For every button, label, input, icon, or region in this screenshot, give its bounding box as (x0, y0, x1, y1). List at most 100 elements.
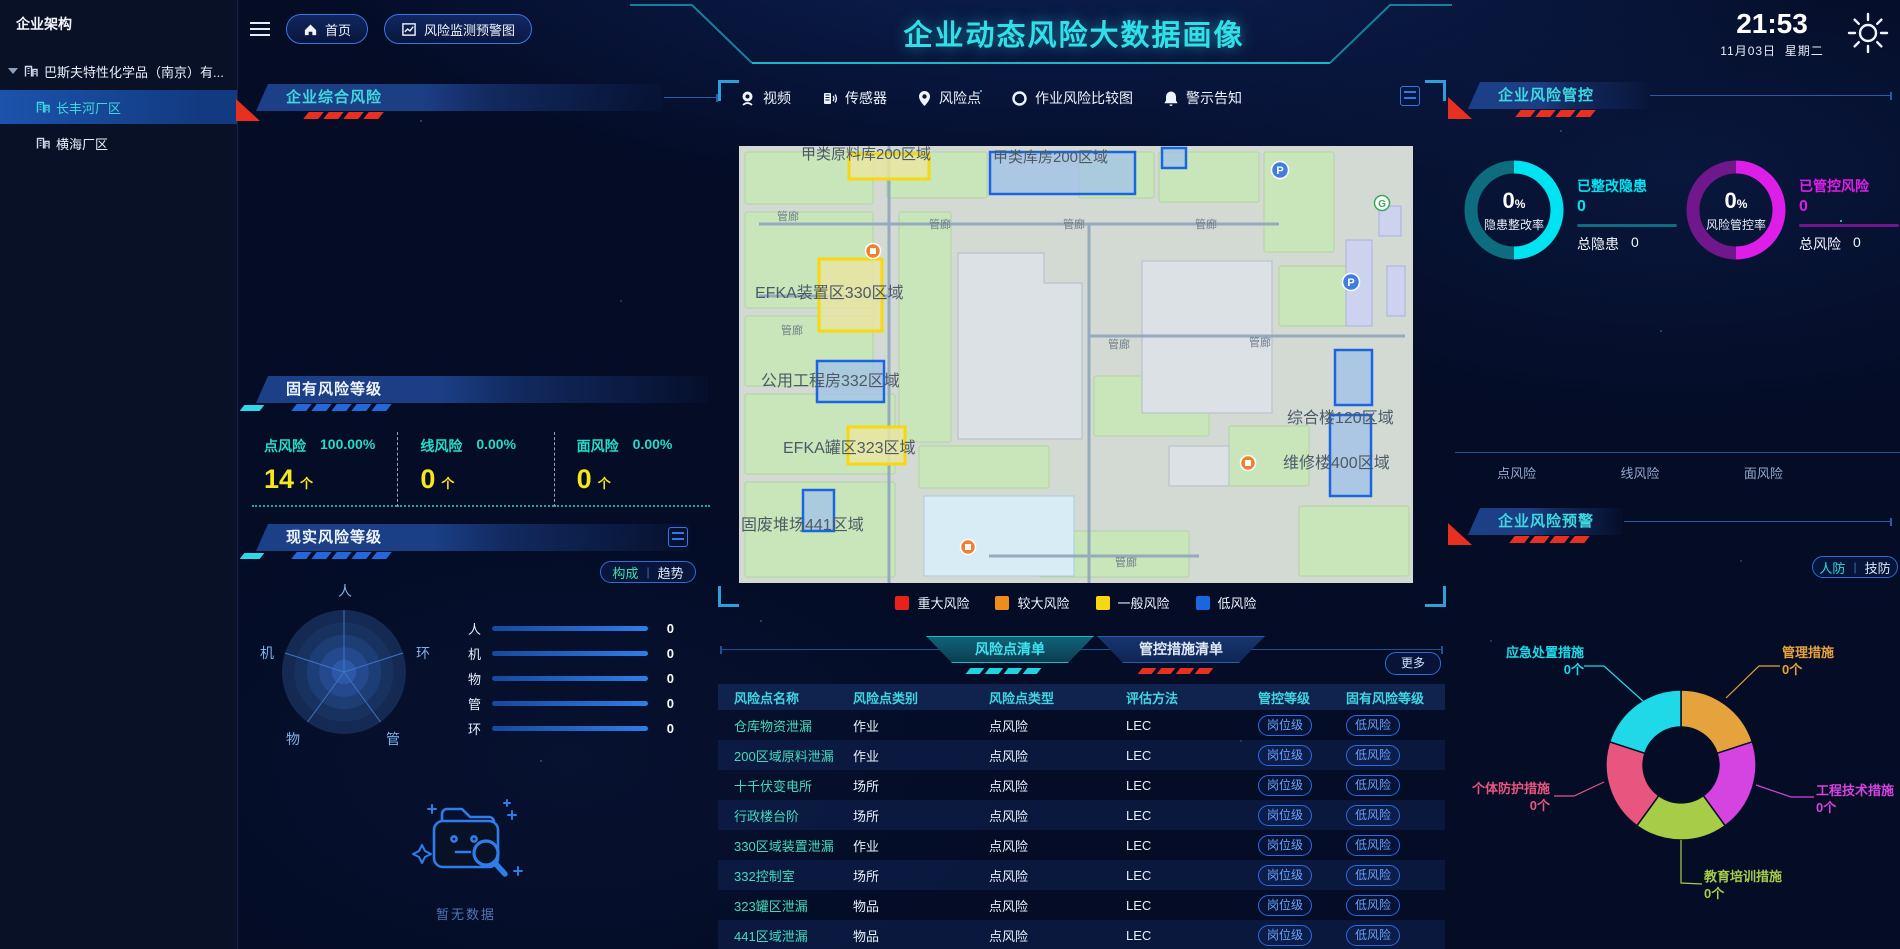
inherent-level-badge: 低风险 (1346, 715, 1400, 736)
map-label: EFKA装置区330区域 (755, 284, 904, 302)
table-row[interactable]: 仓库物资泄漏作业点风险LEC岗位级低风险 (718, 710, 1445, 740)
bar-row-management: 管0 (468, 691, 674, 716)
more-button[interactable]: 更多 (1385, 652, 1441, 675)
section-risk-control: 企业风险管控 (1462, 82, 1648, 109)
tab-stripes-decor (968, 668, 1039, 674)
sidebar-item-label: 长丰河厂区 (56, 98, 121, 117)
section-title: 现实风险等级 (250, 524, 690, 551)
weather-sun-icon (1846, 10, 1890, 56)
inherent-level-badge: 低风险 (1346, 775, 1400, 796)
svg-text:P: P (1276, 165, 1283, 177)
risk-monitor-map-button[interactable]: 风险监测预警图 (384, 14, 532, 44)
tab-area-risk[interactable]: 面风险 (1744, 463, 1783, 482)
section-comprehensive-risk: 企业综合风险 (250, 84, 662, 111)
defense-toggle[interactable]: 人防 | 技防 (1812, 556, 1898, 578)
inherent-level-badge: 低风险 (1346, 745, 1400, 766)
tab-point-risk[interactable]: 点风险 (1497, 463, 1536, 482)
sidebar-item-changfenghe[interactable]: 长丰河厂区 (0, 90, 237, 124)
legend-major-risk: 重大风险 (895, 593, 969, 612)
table-row[interactable]: 十千伏变电所场所点风险LEC岗位级低风险 (718, 770, 1445, 800)
clock-time: 21:53 (1712, 8, 1832, 40)
inherent-level-badge: 低风险 (1346, 865, 1400, 886)
pie-slice-management[interactable] (1681, 690, 1752, 753)
sidebar-title: 企业架构 (0, 0, 237, 34)
risk-control-gauge: 0% 风险管控率 (1684, 158, 1788, 262)
stat-line-risk: 线风险0.00% 0个 (397, 432, 553, 507)
gate-icon: G (1375, 196, 1390, 211)
svg-text:管廊: 管廊 (1195, 217, 1217, 231)
pie-label-education: 教育培训措施0个 (1704, 868, 1814, 902)
list-toggle-icon[interactable] (668, 527, 688, 547)
map-label: EFKA罐区323区域 (783, 439, 916, 457)
toggle-tech-defense[interactable]: 技防 (1865, 558, 1891, 577)
table-row[interactable]: 323罐区泄漏物品点风险LEC岗位级低风险 (718, 890, 1445, 920)
toolbar-compare-chart[interactable]: 作业风险比较图 (1011, 88, 1133, 108)
camera-icon (739, 90, 756, 107)
tab-control-measure-list[interactable]: 管控措施清单 (1097, 636, 1265, 663)
org-sidebar: 企业架构 巴斯夫特性化学品（南京）有... 长丰河厂区 横海厂区 (0, 0, 238, 949)
toolbar-sensor[interactable]: 传感器 (821, 88, 887, 108)
building-icon (36, 136, 50, 150)
compose-trend-toggle[interactable]: 构成 | 趋势 (600, 561, 696, 583)
connector-line (664, 97, 718, 98)
bell-icon (1163, 90, 1179, 107)
map-area-blue-small[interactable] (1162, 148, 1186, 168)
toggle-human-defense[interactable]: 人防 (1819, 558, 1845, 577)
table-row[interactable]: 330区域装置泄漏作业点风险LEC岗位级低风险 (718, 830, 1445, 860)
control-level-badge: 岗位级 (1258, 835, 1312, 856)
control-level-badge: 岗位级 (1258, 775, 1312, 796)
svg-text:人: 人 (338, 583, 352, 599)
parking-icon: P (1272, 162, 1289, 179)
hamburger-menu-icon[interactable] (250, 22, 270, 38)
toolbar-risk-point[interactable]: 风险点 (917, 88, 981, 108)
svg-text:管廊: 管廊 (1108, 337, 1130, 351)
toolbar-video[interactable]: 视频 (739, 88, 791, 108)
corner-bracket (718, 80, 739, 101)
pie-label-emergency: 应急处置措施0个 (1468, 644, 1584, 678)
risk-point-table: 风险点名称风险点类别风险点类型 评估方法管控等级固有风险等级 仓库物资泄漏作业点… (718, 684, 1445, 949)
risk-level-legend: 重大风险 较大风险 一般风险 低风险 (739, 593, 1413, 612)
table-row[interactable]: 200区域原料泄漏作业点风险LEC岗位级低风险 (718, 740, 1445, 770)
table-row[interactable]: 332控制室场所点风险LEC岗位级低风险 (718, 860, 1445, 890)
corner-bracket (1425, 80, 1446, 101)
leader-line (1726, 666, 1780, 698)
inherent-level-badge: 低风险 (1346, 805, 1400, 826)
home-button[interactable]: 首页 (286, 14, 368, 44)
leader-line (1554, 782, 1604, 796)
parking-icon: P (1343, 274, 1360, 291)
risk-factor-bars: 人0 机0 物0 管0 环0 (468, 616, 674, 741)
risk-control-legend: 已管控风险 0 总风险0 (1799, 176, 1899, 254)
sidebar-item-label: 横海厂区 (56, 134, 108, 153)
inherent-level-badge: 低风险 (1346, 835, 1400, 856)
tab-risk-point-list[interactable]: 风险点清单 (926, 636, 1094, 663)
map-area-blue-120[interactable] (1335, 350, 1372, 405)
tab-stripes-decor (1140, 668, 1211, 674)
hazard-rectify-legend: 已整改隐患 0 总隐患0 (1577, 176, 1677, 254)
map-label: 综合楼120区域 (1287, 409, 1394, 427)
table-row[interactable]: 行政楼台阶场所点风险LEC岗位级低风险 (718, 800, 1445, 830)
control-level-badge: 岗位级 (1258, 745, 1312, 766)
section-title: 企业综合风险 (250, 84, 662, 111)
bar-row-environment: 环0 (468, 716, 674, 741)
sidebar-item-henghai[interactable]: 横海厂区 (0, 126, 237, 160)
plant-map[interactable]: P P G 甲类原料库200区域 甲类库房200区域 EFKA装置区330区域 … (739, 146, 1413, 583)
section-title: 固有风险等级 (250, 376, 708, 403)
corner-bracket (718, 586, 739, 607)
tab-line-risk[interactable]: 线风险 (1620, 463, 1659, 482)
toggle-compose[interactable]: 构成 (612, 563, 638, 582)
svg-text:物: 物 (286, 731, 300, 747)
tree-expand-icon[interactable] (8, 68, 18, 74)
section-title: 企业风险管控 (1462, 82, 1648, 109)
map-label: 维修楼400区域 (1283, 454, 1390, 472)
table-row[interactable]: 441区域泄漏物品点风险LEC岗位级低风险 (718, 920, 1445, 949)
pie-slice-emergency[interactable] (1610, 690, 1681, 753)
leader-line (1584, 666, 1644, 702)
map-label: 甲类原料库200区域 (801, 146, 931, 163)
leader-line (1681, 840, 1702, 884)
radar-chart: 人 环 管 物 机 (256, 574, 438, 760)
toolbar-alert-notice[interactable]: 警示告知 (1163, 88, 1242, 108)
map-list-toggle-icon[interactable] (1400, 86, 1420, 106)
bar-row-material: 物0 (468, 666, 674, 691)
toggle-trend[interactable]: 趋势 (658, 563, 684, 582)
tree-root-company[interactable]: 巴斯夫特性化学品（南京）有... (0, 58, 237, 84)
